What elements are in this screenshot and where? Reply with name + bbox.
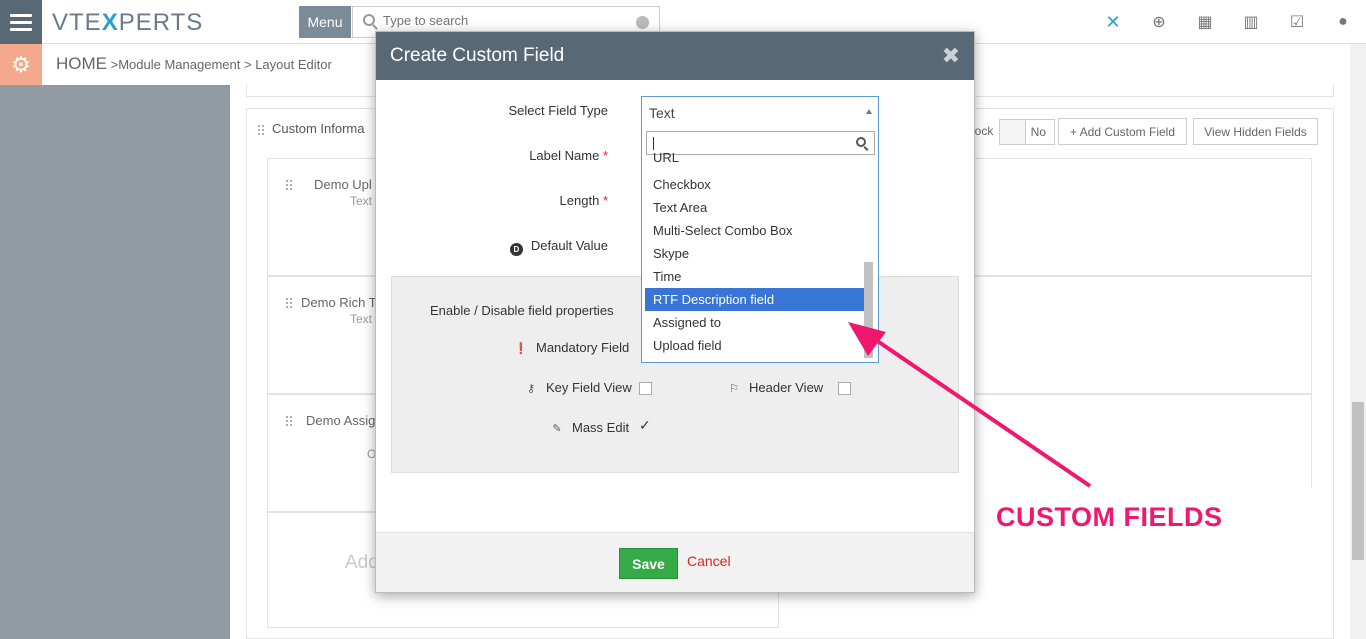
search-icon (856, 137, 866, 147)
close-icon[interactable]: ✖ (942, 43, 960, 69)
block-label: lock (972, 124, 994, 138)
cancel-link[interactable]: Cancel (687, 553, 731, 569)
breadcrumb-layout-editor: Layout Editor (255, 57, 332, 72)
calendar-icon[interactable]: ▦ (1182, 0, 1228, 44)
dropdown-options: URL Checkbox Text Area Multi-Select Comb… (645, 152, 865, 360)
flag-icon: ⚐ (729, 383, 739, 395)
arrow-shaft (868, 334, 1092, 488)
field-name: Demo Rich T (301, 295, 377, 310)
add-custom-field-button[interactable]: + Add Custom Field (1058, 118, 1187, 145)
mass-edit-row: ✎ Mass Edit (550, 420, 629, 435)
drag-handle-icon[interactable] (285, 415, 293, 427)
default-value-label: D Default Value (509, 238, 608, 256)
search-input[interactable] (383, 13, 623, 28)
drag-handle-icon[interactable] (257, 124, 265, 136)
header-view-row: ⚐ Header View (727, 380, 823, 395)
option-multi-select-combo-box[interactable]: Multi-Select Combo Box (645, 219, 865, 242)
breadcrumb-home[interactable]: HOME (56, 54, 107, 73)
caret-up-icon (866, 109, 872, 114)
option-assigned-to[interactable]: Assigned to (645, 311, 865, 334)
mass-edit-checkbox[interactable] (639, 417, 652, 434)
checkbox-icon[interactable]: ☑ (1274, 0, 1320, 44)
text-caret (653, 137, 654, 150)
drag-handle-icon[interactable] (285, 179, 293, 191)
modal-title: Create Custom Field (390, 45, 565, 66)
mass-edit-icon: ✎ (552, 423, 562, 435)
field-type: Text (350, 194, 373, 208)
block-toggle[interactable]: No (999, 119, 1055, 145)
search-icon (363, 14, 375, 26)
breadcrumb-module-management[interactable]: Module Management (118, 57, 240, 72)
search-dropdown-icon[interactable] (636, 16, 649, 29)
settings-gear-icon[interactable]: ⚙ (0, 44, 42, 85)
key-field-view-checkbox[interactable] (639, 382, 652, 395)
arrow-head (848, 322, 886, 356)
option-skype[interactable]: Skype (645, 242, 865, 265)
field-name: Demo Assig (306, 413, 376, 428)
length-label: Length * (559, 193, 608, 208)
hamburger-menu-icon[interactable] (0, 0, 42, 44)
chart-icon[interactable]: ▥ (1228, 0, 1274, 44)
drag-handle-icon[interactable] (285, 297, 293, 309)
field-name: Demo Upl (314, 177, 372, 192)
field-type: Text (350, 312, 373, 326)
toggle-knob (1000, 120, 1026, 144)
key-icon: ⚷ (526, 383, 536, 395)
breadcrumb: HOME >Module Management > Layout Editor (56, 54, 332, 73)
option-rtf-description-field[interactable]: RTF Description field (645, 288, 865, 311)
mandatory-field-row: ❗ Mandatory Field (514, 340, 630, 355)
exclamation-icon: ❗ (514, 343, 528, 355)
annotation-arrow (848, 322, 1092, 488)
vtx-icon[interactable]: ✕ (1090, 0, 1136, 44)
key-field-view-row: ⚷ Key Field View (524, 380, 632, 395)
annotation-label: CUSTOM FIELDS (996, 502, 1223, 532)
view-hidden-fields-button[interactable]: View Hidden Fields (1193, 118, 1318, 145)
option-url[interactable]: URL (645, 152, 865, 169)
field-type-select[interactable]: Text (641, 96, 879, 128)
save-button[interactable]: Save (619, 548, 678, 579)
modal-footer: Save Cancel (376, 532, 974, 592)
block-title: Custom Informa (272, 121, 365, 136)
add-field-placeholder: Add (345, 552, 379, 573)
user-icon[interactable]: ● (1320, 0, 1366, 44)
option-text-area[interactable]: Text Area (645, 196, 865, 219)
properties-title: Enable / Disable field properties (430, 303, 614, 318)
plus-circle-icon[interactable]: ⊕ (1136, 0, 1182, 44)
option-time[interactable]: Time (645, 265, 865, 288)
toggle-no-label: No (1030, 125, 1046, 139)
page-scrollbar-thumb[interactable] (1352, 402, 1364, 560)
field-type-selected-value: Text (649, 105, 675, 121)
select-field-type-label: Select Field Type (508, 103, 608, 118)
modal-header: Create Custom Field ✖ (376, 32, 974, 80)
left-sidebar (0, 85, 230, 639)
option-checkbox[interactable]: Checkbox (645, 173, 865, 196)
logo[interactable]: VTEXPERTS (52, 9, 203, 37)
default-value-icon: D (509, 243, 523, 256)
option-upload-field[interactable]: Upload field (645, 334, 865, 357)
header-icons: ✕ ⊕ ▦ ▥ ☑ ● (1090, 0, 1366, 44)
menu-button[interactable]: Menu (299, 6, 351, 38)
label-name-label: Label Name * (529, 148, 608, 163)
